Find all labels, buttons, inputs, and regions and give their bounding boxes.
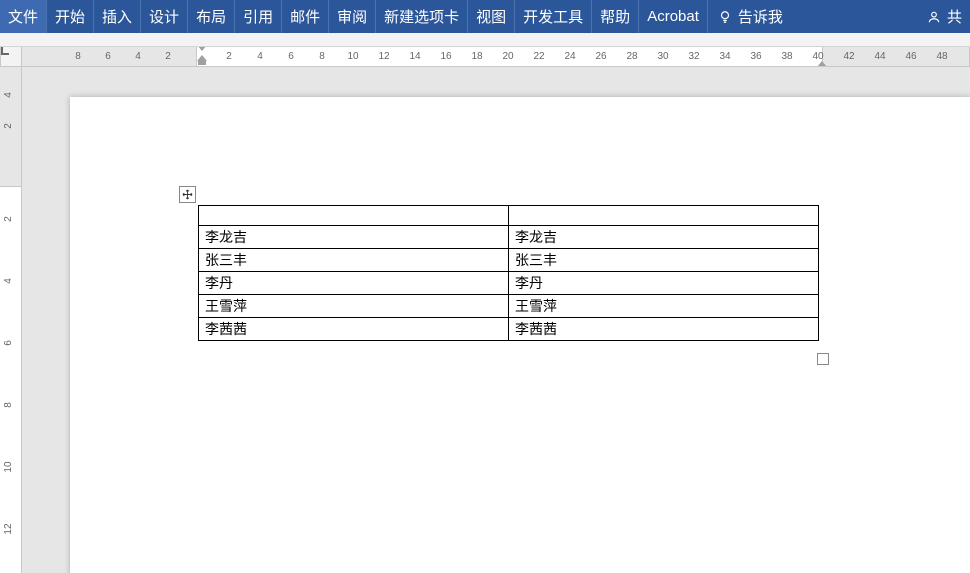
tab-review[interactable]: 审阅 <box>329 0 376 33</box>
table-row[interactable]: 张三丰张三丰 <box>199 249 819 272</box>
h-ruler-tick: 38 <box>781 51 792 62</box>
v-ruler-tick: 6 <box>3 340 14 346</box>
h-ruler-tick: 26 <box>595 51 606 62</box>
h-ruler-tick: 4 <box>257 51 263 62</box>
tabstop-l-icon <box>1 47 9 55</box>
h-ruler-tick: 34 <box>719 51 730 62</box>
h-ruler-tick: 4 <box>135 51 141 62</box>
h-ruler-tick: 32 <box>688 51 699 62</box>
h-ruler-tick: 6 <box>288 51 294 62</box>
tab-file[interactable]: 文件 <box>0 0 47 33</box>
table-cell[interactable]: 李丹 <box>199 272 509 295</box>
tab-design[interactable]: 设计 <box>141 0 188 33</box>
h-ruler-tick: 46 <box>905 51 916 62</box>
h-ruler-tick: 18 <box>471 51 482 62</box>
v-ruler-tick: 12 <box>3 523 14 534</box>
indent-markers[interactable] <box>197 47 209 67</box>
vertical-ruler[interactable]: 4 2 2 4 6 8 10 12 <box>0 67 22 573</box>
h-ruler-tick: 28 <box>626 51 637 62</box>
h-ruler-tick: 8 <box>75 51 81 62</box>
table-row[interactable]: 李茜茜李茜茜 <box>199 318 819 341</box>
ribbon-strip <box>0 33 970 47</box>
tab-insert[interactable]: 插入 <box>94 0 141 33</box>
left-indent-icon[interactable] <box>198 61 206 65</box>
table-row[interactable]: 王雪萍王雪萍 <box>199 295 819 318</box>
first-line-indent-icon[interactable] <box>197 47 207 51</box>
h-ruler-tick: 8 <box>319 51 325 62</box>
tab-layout[interactable]: 布局 <box>188 0 235 33</box>
h-ruler-tick: 14 <box>409 51 420 62</box>
table-cell[interactable]: 王雪萍 <box>199 295 509 318</box>
tell-me-search[interactable]: 告诉我 <box>708 0 793 33</box>
table-row[interactable] <box>199 206 819 226</box>
tab-view[interactable]: 视图 <box>468 0 515 33</box>
table-cell[interactable] <box>509 206 819 226</box>
tab-references[interactable]: 引用 <box>235 0 282 33</box>
table-move-handle[interactable] <box>179 186 196 203</box>
h-ruler-tick: 44 <box>874 51 885 62</box>
lightbulb-icon <box>718 10 732 24</box>
page[interactable]: 李龙吉李龙吉张三丰张三丰李丹李丹王雪萍王雪萍李茜茜李茜茜 <box>70 97 970 573</box>
move-icon <box>182 189 193 200</box>
tabstop-selector[interactable] <box>0 47 22 67</box>
tab-mailings[interactable]: 邮件 <box>282 0 329 33</box>
tab-developer[interactable]: 开发工具 <box>515 0 592 33</box>
table-cell[interactable]: 李龙吉 <box>509 226 819 249</box>
horizontal-ruler[interactable]: 8642246810121416182022242628303234363840… <box>22 47 970 67</box>
v-ruler-tick: 4 <box>3 278 14 284</box>
h-ruler-tick: 10 <box>347 51 358 62</box>
table-row[interactable]: 李龙吉李龙吉 <box>199 226 819 249</box>
h-ruler-tick: 12 <box>378 51 389 62</box>
tab-help[interactable]: 帮助 <box>592 0 639 33</box>
tab-home[interactable]: 开始 <box>47 0 94 33</box>
h-ruler-tick: 20 <box>502 51 513 62</box>
h-ruler-tick: 30 <box>657 51 668 62</box>
table-resize-handle[interactable] <box>817 353 829 365</box>
h-ruler-tick: 2 <box>165 51 171 62</box>
h-ruler-tick: 40 <box>812 51 823 62</box>
table-cell[interactable]: 张三丰 <box>199 249 509 272</box>
v-ruler-tick: 4 <box>3 92 14 98</box>
workspace: 4 2 2 4 6 8 10 12 李龙吉李龙吉张三丰张三丰李丹李丹王雪萍王雪萍李茜茜李茜茜 <box>0 67 970 573</box>
tell-me-label: 告诉我 <box>738 6 783 27</box>
h-ruler-tick: 24 <box>564 51 575 62</box>
h-ruler-tick: 22 <box>533 51 544 62</box>
table-cell[interactable]: 李丹 <box>509 272 819 295</box>
document-area[interactable]: 李龙吉李龙吉张三丰张三丰李丹李丹王雪萍王雪萍李茜茜李茜茜 <box>22 67 970 573</box>
person-icon <box>927 10 941 24</box>
table-cell[interactable]: 李茜茜 <box>199 318 509 341</box>
document-table[interactable]: 李龙吉李龙吉张三丰张三丰李丹李丹王雪萍王雪萍李茜茜李茜茜 <box>198 205 819 341</box>
hanging-indent-icon[interactable] <box>197 55 207 61</box>
tab-custom[interactable]: 新建选项卡 <box>376 0 468 33</box>
h-ruler-tick: 2 <box>226 51 232 62</box>
share-button[interactable]: 共 <box>919 0 970 33</box>
h-ruler-tick: 6 <box>105 51 111 62</box>
table-cell[interactable]: 王雪萍 <box>509 295 819 318</box>
ruler-row: 8642246810121416182022242628303234363840… <box>0 47 970 67</box>
table-container: 李龙吉李龙吉张三丰张三丰李丹李丹王雪萍王雪萍李茜茜李茜茜 <box>198 205 819 341</box>
v-ruler-tick: 2 <box>3 123 14 129</box>
v-ruler-tick: 8 <box>3 402 14 408</box>
h-ruler-tick: 42 <box>843 51 854 62</box>
h-ruler-tick: 48 <box>936 51 947 62</box>
tab-acrobat[interactable]: Acrobat <box>639 0 708 33</box>
table-row[interactable]: 李丹李丹 <box>199 272 819 295</box>
table-cell[interactable]: 张三丰 <box>509 249 819 272</box>
v-ruler-tick: 10 <box>3 461 14 472</box>
ribbon: 文件 开始 插入 设计 布局 引用 邮件 审阅 新建选项卡 视图 开发工具 帮助… <box>0 0 970 33</box>
share-label: 共 <box>947 6 962 27</box>
h-ruler-tick: 36 <box>750 51 761 62</box>
h-ruler-tick: 16 <box>440 51 451 62</box>
table-cell[interactable]: 李龙吉 <box>199 226 509 249</box>
v-ruler-tick: 2 <box>3 216 14 222</box>
table-cell[interactable] <box>199 206 509 226</box>
table-cell[interactable]: 李茜茜 <box>509 318 819 341</box>
